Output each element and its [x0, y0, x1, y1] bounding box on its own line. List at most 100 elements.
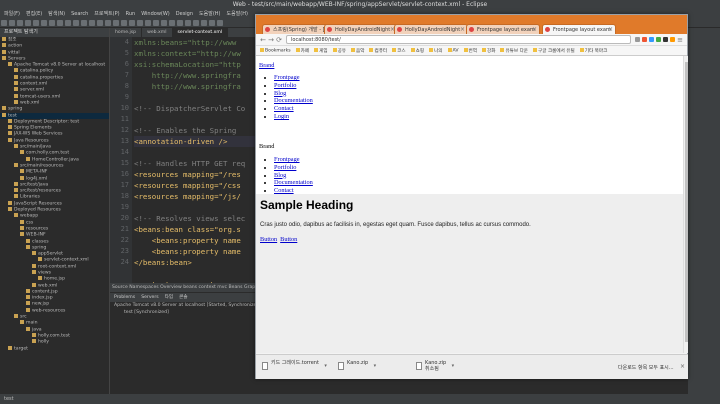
star-icon[interactable] [635, 37, 640, 42]
toolbar-icon[interactable] [89, 20, 95, 26]
menu-icon[interactable]: ≡ [676, 36, 684, 44]
toolbar-icon[interactable] [145, 20, 151, 26]
server-row[interactable]: test [Synchronized] [110, 309, 255, 316]
bookmark-item[interactable]: 쇼핑 [410, 48, 424, 54]
chevron-down-icon[interactable]: ▾ [374, 363, 377, 369]
toolbar-icon[interactable] [169, 20, 175, 26]
view-tab[interactable]: 콘솔 [179, 293, 187, 302]
page-scrollbar[interactable] [683, 56, 688, 353]
show-all-downloads-link[interactable]: 다운로드 항목 모두 표시... [618, 364, 674, 371]
reload-icon[interactable]: ⟳ [275, 36, 283, 44]
view-tab[interactable]: Servers [141, 293, 158, 302]
toolbar-icon[interactable] [49, 20, 55, 26]
toolbar-icon[interactable] [33, 20, 39, 26]
toolbar-icon[interactable] [217, 20, 223, 26]
extension-icon[interactable] [656, 37, 661, 42]
menu-item[interactable]: 탐색(N) [48, 10, 65, 18]
toolbar-icon[interactable] [9, 20, 15, 26]
toolbar-icon[interactable] [129, 20, 135, 26]
browser-tab[interactable]: HollyDayAndroidNight × [324, 24, 398, 34]
chevron-down-icon[interactable]: ▾ [324, 363, 327, 369]
toolbar-icon[interactable] [161, 20, 167, 26]
toolbar-icon[interactable] [17, 20, 23, 26]
nav-link[interactable]: Contact [274, 105, 294, 112]
menu-item[interactable]: 파일(F) [4, 10, 20, 18]
browser-tab[interactable]: HollyDayAndroidNight × [394, 24, 468, 34]
toolbar-icon[interactable] [105, 20, 111, 26]
download-item[interactable]: Kano.zip ▾ [338, 360, 376, 374]
menu-item[interactable]: Run [126, 10, 136, 18]
nav-link[interactable]: Frontpage [274, 74, 300, 81]
back-icon[interactable]: ← [259, 36, 267, 44]
extension-icon[interactable] [642, 37, 647, 42]
toolbar-icon[interactable] [201, 20, 207, 26]
browser-tab[interactable]: Frontpage layout exam × [542, 24, 616, 34]
toolbar-icon[interactable] [81, 20, 87, 26]
nav-link[interactable]: Portfolio [274, 82, 296, 89]
toolbar-icon[interactable] [137, 20, 143, 26]
toolbar-icon[interactable] [121, 20, 127, 26]
page-button[interactable]: Button [260, 236, 277, 243]
toolbar-icon[interactable] [57, 20, 63, 26]
close-icon[interactable]: × [460, 25, 465, 34]
server-row[interactable]: Apache Tomcat v8.0 Server at localhost [… [110, 302, 255, 309]
close-icon[interactable]: × [680, 363, 685, 370]
extension-icon[interactable] [663, 37, 668, 42]
bookmark-item[interactable]: 나의 [429, 48, 443, 54]
bookmark-item[interactable]: 코스 [392, 48, 406, 54]
chevron-down-icon[interactable]: ▾ [452, 363, 455, 369]
close-icon[interactable]: × [532, 25, 537, 34]
forward-icon[interactable]: → [267, 36, 275, 44]
nav-link[interactable]: Documentation [274, 179, 313, 186]
close-icon[interactable]: × [608, 25, 613, 34]
nav-link[interactable]: Portfolio [274, 164, 296, 171]
bookmark-item[interactable]: AV [447, 47, 459, 53]
scrollbar-thumb[interactable] [685, 62, 688, 342]
download-item[interactable]: Kano.zip 취소됨 ▾ [416, 360, 454, 374]
nav-link[interactable]: Blog [274, 90, 286, 97]
toolbar-icon[interactable] [209, 20, 215, 26]
bookmark-item[interactable]: 강화 [481, 48, 495, 54]
page-button[interactable]: Button [280, 236, 297, 243]
bookmark-item[interactable]: 게임 [314, 48, 328, 54]
bookmark-item[interactable]: 공유 [332, 48, 346, 54]
nav-link[interactable]: Documentation [274, 97, 313, 104]
code-text[interactable]: xmlns:beans="http://www xmlns:context="ht… [134, 37, 255, 290]
toolbar-icon[interactable] [185, 20, 191, 26]
bookmark-item[interactable]: 카페 [295, 48, 309, 54]
menu-item[interactable]: Window(W) [141, 10, 170, 18]
toolbar-icon[interactable] [25, 20, 31, 26]
toolbar-icon[interactable] [73, 20, 79, 26]
toolbar-icon[interactable] [65, 20, 71, 26]
menu-item[interactable]: 편집(E) [26, 10, 42, 18]
toolbar-icon[interactable] [1, 20, 7, 26]
nav-link[interactable]: Frontpage [274, 156, 300, 163]
nav-link[interactable]: Blog [274, 172, 286, 179]
toolbar-icon[interactable] [97, 20, 103, 26]
menu-item[interactable]: 도움말(H) [199, 10, 220, 18]
editor-tab[interactable]: servlet-context.xml [172, 28, 229, 37]
nav-link[interactable]: Login [274, 113, 289, 120]
address-bar[interactable]: localhost:8080/test/ [286, 35, 631, 44]
view-tab[interactable]: 타입 [165, 293, 173, 302]
bookmark-item[interactable]: 기타 북마크 [579, 48, 607, 54]
tree-item[interactable]: target [0, 345, 109, 352]
bookmark-item[interactable]: 유튜브 다운 [500, 48, 528, 54]
toolbar-icon[interactable] [193, 20, 199, 26]
bookmark-item[interactable]: 구글 크롬에서 유틸 [533, 48, 575, 54]
download-item[interactable]: 키드 그레이드.torrent ▾ [262, 360, 327, 374]
bookmark-item[interactable]: Bookmarks [260, 47, 291, 53]
extension-icon[interactable] [649, 37, 654, 42]
bookmark-item[interactable]: 번역 [463, 48, 477, 54]
brand-link[interactable]: Brand [259, 62, 274, 69]
extension-icon[interactable] [670, 37, 675, 42]
browser-tab[interactable]: Frontpage layout exam × [466, 24, 540, 34]
bookmark-item[interactable]: 음악 [351, 48, 364, 54]
view-tab[interactable]: Problems [114, 293, 135, 302]
menu-item[interactable]: 도움말(H) [227, 10, 248, 18]
editor-tab[interactable]: web.xml [142, 28, 173, 37]
toolbar-icon[interactable] [153, 20, 159, 26]
toolbar-icon[interactable] [177, 20, 183, 26]
editor-bottom-tabs[interactable]: Source Namespaces Overview beans context… [110, 283, 255, 292]
bookmark-item[interactable]: 컴퓨터 [369, 48, 387, 54]
